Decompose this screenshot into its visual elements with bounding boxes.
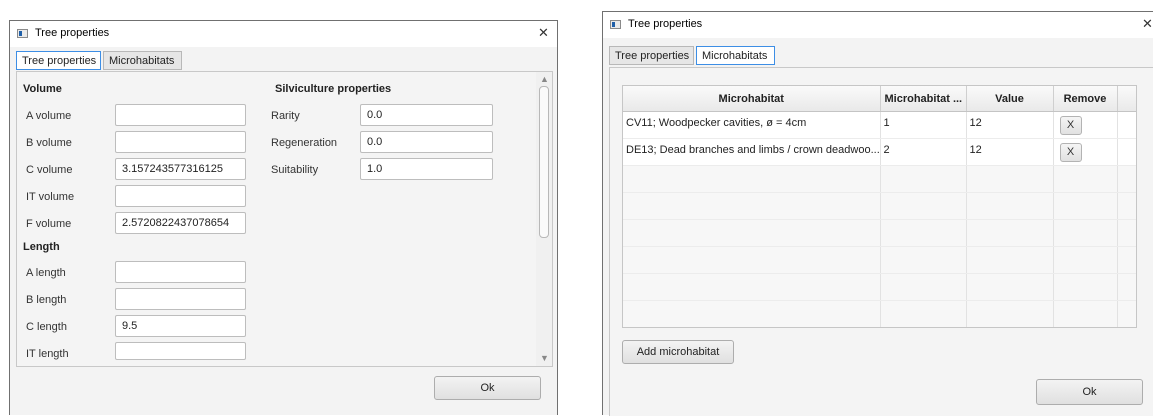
remove-button[interactable]: X bbox=[1059, 116, 1082, 135]
a-volume-field[interactable] bbox=[115, 104, 246, 126]
window-title: Tree properties bbox=[35, 27, 110, 39]
tab-microhabitats[interactable]: Microhabitats bbox=[696, 46, 775, 65]
it-volume-field[interactable] bbox=[115, 185, 246, 207]
value-cell: 12 bbox=[966, 111, 1054, 139]
microhabitat-table: Microhabitat Microhabitat ... Value Remo… bbox=[623, 86, 1136, 327]
b-length-label: B length bbox=[26, 294, 67, 306]
length-heading: Length bbox=[23, 241, 60, 253]
silviculture-heading: Silviculture properties bbox=[275, 83, 392, 95]
tab-tree-properties[interactable]: Tree properties bbox=[609, 46, 694, 65]
b-volume-field[interactable] bbox=[115, 131, 246, 153]
ok-button[interactable]: Ok bbox=[1036, 379, 1143, 405]
microhabitat-cell: CV11; Woodpecker cavities, ø = 4cm bbox=[623, 111, 881, 139]
rarity-label: Rarity bbox=[271, 110, 300, 122]
title-bar[interactable]: Tree properties ✕ bbox=[603, 12, 1153, 38]
regeneration-label: Regeneration bbox=[271, 137, 338, 149]
table-row[interactable]: DE13; Dead branches and limbs / crown de… bbox=[623, 138, 1136, 166]
tree-properties-window-left: Tree properties ✕ Tree properties Microh… bbox=[9, 20, 558, 415]
app-icon bbox=[17, 29, 28, 38]
remove-button[interactable]: X bbox=[1059, 143, 1082, 162]
scroll-thumb[interactable] bbox=[539, 86, 549, 238]
empty-table-row bbox=[623, 273, 1136, 301]
microhabitat-cell: DE13; Dead branches and limbs / crown de… bbox=[623, 138, 881, 166]
suitability-field[interactable] bbox=[360, 158, 493, 180]
title-bar[interactable]: Tree properties ✕ bbox=[10, 21, 557, 47]
a-volume-label: A volume bbox=[26, 110, 72, 122]
vertical-scrollbar[interactable]: ▲ ▼ bbox=[536, 72, 552, 366]
a-length-field[interactable] bbox=[115, 261, 246, 283]
tree-properties-window-right: Tree properties ✕ Tree properties Microh… bbox=[602, 11, 1153, 416]
ok-button[interactable]: Ok bbox=[434, 376, 541, 400]
microhabitat-number-cell: 1 bbox=[880, 111, 967, 139]
empty-table-row bbox=[623, 300, 1136, 327]
f-volume-field[interactable] bbox=[115, 212, 246, 234]
empty-table-row bbox=[623, 246, 1136, 274]
microhabitats-pane: Microhabitat Microhabitat ... Value Remo… bbox=[609, 67, 1153, 416]
window-title: Tree properties bbox=[628, 18, 703, 30]
b-volume-label: B volume bbox=[26, 137, 72, 149]
c-volume-field[interactable] bbox=[115, 158, 246, 180]
regeneration-field[interactable] bbox=[360, 131, 493, 153]
it-volume-label: IT volume bbox=[26, 191, 75, 203]
column-header-microhabitat[interactable]: Microhabitat bbox=[623, 86, 881, 112]
close-icon[interactable]: ✕ bbox=[1142, 16, 1153, 32]
it-length-label: IT length bbox=[26, 348, 69, 360]
c-volume-label: C volume bbox=[26, 164, 73, 176]
scroll-up-arrow-icon[interactable]: ▲ bbox=[540, 75, 549, 84]
scroll-down-arrow-icon[interactable]: ▼ bbox=[540, 354, 549, 363]
tree-properties-pane: Volume A volume B volume C volume IT vol… bbox=[16, 71, 553, 367]
c-length-field[interactable] bbox=[115, 315, 246, 337]
it-length-field[interactable] bbox=[115, 342, 246, 360]
table-row[interactable]: CV11; Woodpecker cavities, ø = 4cm 1 12 … bbox=[623, 111, 1136, 139]
remove-cell: X bbox=[1053, 111, 1118, 139]
microhabitat-table-frame: Microhabitat Microhabitat ... Value Remo… bbox=[622, 85, 1137, 328]
volume-heading: Volume bbox=[23, 83, 62, 95]
column-header-filler bbox=[1117, 86, 1136, 112]
column-header-remove[interactable]: Remove bbox=[1053, 86, 1118, 112]
empty-table-row bbox=[623, 219, 1136, 247]
empty-table-row bbox=[623, 192, 1136, 220]
column-header-value[interactable]: Value bbox=[966, 86, 1054, 112]
column-header-microhabitat-number[interactable]: Microhabitat ... bbox=[880, 86, 967, 112]
app-icon bbox=[610, 20, 621, 29]
remove-cell: X bbox=[1053, 138, 1118, 166]
tab-tree-properties[interactable]: Tree properties bbox=[16, 51, 101, 70]
c-length-label: C length bbox=[26, 321, 67, 333]
a-length-label: A length bbox=[26, 267, 66, 279]
empty-table-row bbox=[623, 165, 1136, 193]
value-cell: 12 bbox=[966, 138, 1054, 166]
rarity-field[interactable] bbox=[360, 104, 493, 126]
close-icon[interactable]: ✕ bbox=[538, 25, 549, 41]
microhabitat-number-cell: 2 bbox=[880, 138, 967, 166]
f-volume-label: F volume bbox=[26, 218, 72, 230]
suitability-label: Suitability bbox=[271, 164, 319, 176]
tab-microhabitats[interactable]: Microhabitats bbox=[103, 51, 182, 70]
b-length-field[interactable] bbox=[115, 288, 246, 310]
add-microhabitat-button[interactable]: Add microhabitat bbox=[622, 340, 734, 364]
